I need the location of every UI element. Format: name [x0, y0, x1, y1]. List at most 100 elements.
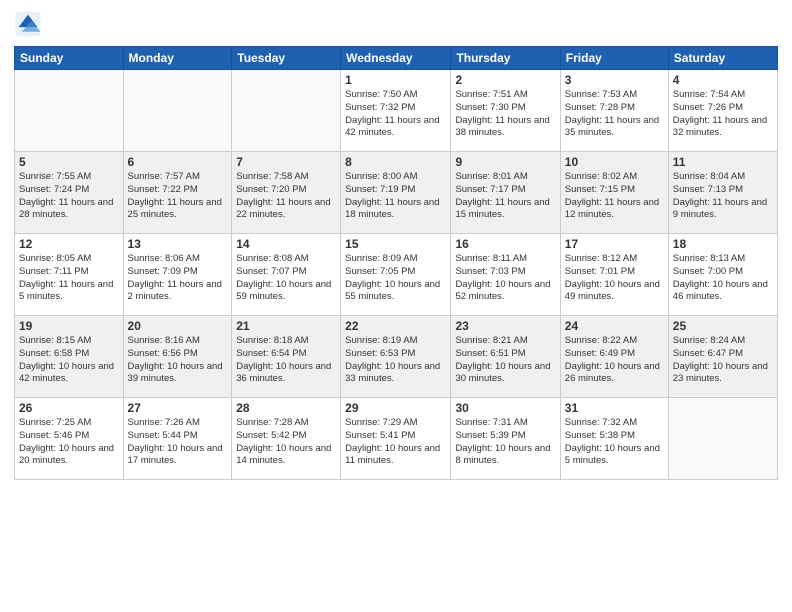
day-info: Sunrise: 7:50 AM Sunset: 7:32 PM Dayligh… [345, 89, 446, 140]
calendar-week-row: 26 Sunrise: 7:25 AM Sunset: 5:46 PM Dayli… [15, 398, 778, 480]
day-info: Sunrise: 8:02 AM Sunset: 7:15 PM Dayligh… [565, 171, 664, 222]
calendar-cell: 26 Sunrise: 7:25 AM Sunset: 5:46 PM Dayli… [15, 398, 124, 480]
calendar-cell: 10 Sunrise: 8:02 AM Sunset: 7:15 PM Dayli… [560, 152, 668, 234]
day-info: Sunrise: 8:13 AM Sunset: 7:00 PM Dayligh… [673, 253, 773, 304]
day-info: Sunrise: 7:25 AM Sunset: 5:46 PM Dayligh… [19, 417, 119, 468]
weekday-header-row: SundayMondayTuesdayWednesdayThursdayFrid… [15, 47, 778, 70]
day-info: Sunrise: 8:18 AM Sunset: 6:54 PM Dayligh… [236, 335, 336, 386]
calendar-cell: 29 Sunrise: 7:29 AM Sunset: 5:41 PM Dayli… [341, 398, 451, 480]
calendar-cell: 20 Sunrise: 8:16 AM Sunset: 6:56 PM Dayli… [123, 316, 232, 398]
weekday-header-monday: Monday [123, 47, 232, 70]
day-info: Sunrise: 8:04 AM Sunset: 7:13 PM Dayligh… [673, 171, 773, 222]
day-info: Sunrise: 8:06 AM Sunset: 7:09 PM Dayligh… [128, 253, 228, 304]
weekday-header-sunday: Sunday [15, 47, 124, 70]
day-info: Sunrise: 7:54 AM Sunset: 7:26 PM Dayligh… [673, 89, 773, 140]
day-number: 26 [19, 401, 119, 415]
day-number: 1 [345, 73, 446, 87]
calendar-cell: 28Sunrise: 7:28 AM Sunset: 5:42 PM Dayli… [232, 398, 341, 480]
calendar-cell [668, 398, 777, 480]
calendar-cell: 27 Sunrise: 7:26 AM Sunset: 5:44 PM Dayli… [123, 398, 232, 480]
weekday-header-friday: Friday [560, 47, 668, 70]
calendar-cell: 9Sunrise: 8:01 AM Sunset: 7:17 PM Daylig… [451, 152, 560, 234]
day-number: 16 [455, 237, 555, 251]
day-info: Sunrise: 7:26 AM Sunset: 5:44 PM Dayligh… [128, 417, 228, 468]
calendar-cell: 17Sunrise: 8:12 AM Sunset: 7:01 PM Dayli… [560, 234, 668, 316]
calendar-cell: 8Sunrise: 8:00 AM Sunset: 7:19 PM Daylig… [341, 152, 451, 234]
calendar-cell [232, 70, 341, 152]
calendar-cell [15, 70, 124, 152]
calendar-cell: 13 Sunrise: 8:06 AM Sunset: 7:09 PM Dayli… [123, 234, 232, 316]
calendar-cell: 3 Sunrise: 7:53 AM Sunset: 7:28 PM Daylig… [560, 70, 668, 152]
day-info: Sunrise: 8:00 AM Sunset: 7:19 PM Dayligh… [345, 171, 446, 222]
calendar-cell: 1 Sunrise: 7:50 AM Sunset: 7:32 PM Daylig… [341, 70, 451, 152]
weekday-header-tuesday: Tuesday [232, 47, 341, 70]
day-number: 5 [19, 155, 119, 169]
page: SundayMondayTuesdayWednesdayThursdayFrid… [0, 0, 792, 612]
day-number: 2 [455, 73, 555, 87]
calendar-cell: 21 Sunrise: 8:18 AM Sunset: 6:54 PM Dayli… [232, 316, 341, 398]
day-info: Sunrise: 8:08 AM Sunset: 7:07 PM Dayligh… [236, 253, 336, 304]
day-number: 7 [236, 155, 336, 169]
day-number: 30 [455, 401, 555, 415]
day-info: Sunrise: 8:11 AM Sunset: 7:03 PM Dayligh… [455, 253, 555, 304]
day-number: 3 [565, 73, 664, 87]
day-number: 4 [673, 73, 773, 87]
calendar-cell: 7 Sunrise: 7:58 AM Sunset: 7:20 PM Daylig… [232, 152, 341, 234]
calendar-week-row: 12Sunrise: 8:05 AM Sunset: 7:11 PM Dayli… [15, 234, 778, 316]
calendar-cell: 12Sunrise: 8:05 AM Sunset: 7:11 PM Dayli… [15, 234, 124, 316]
day-info: Sunrise: 7:53 AM Sunset: 7:28 PM Dayligh… [565, 89, 664, 140]
day-number: 23 [455, 319, 555, 333]
calendar-cell: 31Sunrise: 7:32 AM Sunset: 5:38 PM Dayli… [560, 398, 668, 480]
calendar-cell: 4 Sunrise: 7:54 AM Sunset: 7:26 PM Daylig… [668, 70, 777, 152]
day-number: 9 [455, 155, 555, 169]
day-info: Sunrise: 7:57 AM Sunset: 7:22 PM Dayligh… [128, 171, 228, 222]
day-info: Sunrise: 7:29 AM Sunset: 5:41 PM Dayligh… [345, 417, 446, 468]
calendar-cell: 5 Sunrise: 7:55 AM Sunset: 7:24 PM Daylig… [15, 152, 124, 234]
day-number: 19 [19, 319, 119, 333]
calendar-cell: 16 Sunrise: 8:11 AM Sunset: 7:03 PM Dayli… [451, 234, 560, 316]
calendar-cell: 2 Sunrise: 7:51 AM Sunset: 7:30 PM Daylig… [451, 70, 560, 152]
day-number: 27 [128, 401, 228, 415]
day-info: Sunrise: 7:58 AM Sunset: 7:20 PM Dayligh… [236, 171, 336, 222]
day-number: 12 [19, 237, 119, 251]
day-number: 22 [345, 319, 446, 333]
calendar-cell: 19Sunrise: 8:15 AM Sunset: 6:58 PM Dayli… [15, 316, 124, 398]
day-info: Sunrise: 8:16 AM Sunset: 6:56 PM Dayligh… [128, 335, 228, 386]
calendar-cell [123, 70, 232, 152]
day-number: 17 [565, 237, 664, 251]
calendar-cell: 24 Sunrise: 8:22 AM Sunset: 6:49 PM Dayli… [560, 316, 668, 398]
day-number: 21 [236, 319, 336, 333]
day-number: 13 [128, 237, 228, 251]
header [14, 10, 778, 38]
calendar-cell: 11 Sunrise: 8:04 AM Sunset: 7:13 PM Dayli… [668, 152, 777, 234]
day-info: Sunrise: 7:55 AM Sunset: 7:24 PM Dayligh… [19, 171, 119, 222]
calendar-week-row: 19Sunrise: 8:15 AM Sunset: 6:58 PM Dayli… [15, 316, 778, 398]
calendar-cell: 6Sunrise: 7:57 AM Sunset: 7:22 PM Daylig… [123, 152, 232, 234]
day-info: Sunrise: 8:24 AM Sunset: 6:47 PM Dayligh… [673, 335, 773, 386]
weekday-header-wednesday: Wednesday [341, 47, 451, 70]
day-info: Sunrise: 8:19 AM Sunset: 6:53 PM Dayligh… [345, 335, 446, 386]
calendar-cell: 15Sunrise: 8:09 AM Sunset: 7:05 PM Dayli… [341, 234, 451, 316]
day-number: 14 [236, 237, 336, 251]
day-number: 29 [345, 401, 446, 415]
day-info: Sunrise: 8:09 AM Sunset: 7:05 PM Dayligh… [345, 253, 446, 304]
day-number: 25 [673, 319, 773, 333]
day-info: Sunrise: 7:31 AM Sunset: 5:39 PM Dayligh… [455, 417, 555, 468]
calendar-cell: 22 Sunrise: 8:19 AM Sunset: 6:53 PM Dayli… [341, 316, 451, 398]
day-number: 18 [673, 237, 773, 251]
weekday-header-saturday: Saturday [668, 47, 777, 70]
day-info: Sunrise: 7:51 AM Sunset: 7:30 PM Dayligh… [455, 89, 555, 140]
day-number: 24 [565, 319, 664, 333]
calendar-week-row: 5 Sunrise: 7:55 AM Sunset: 7:24 PM Daylig… [15, 152, 778, 234]
calendar-cell: 23 Sunrise: 8:21 AM Sunset: 6:51 PM Dayli… [451, 316, 560, 398]
logo-icon [14, 10, 42, 38]
calendar-table: SundayMondayTuesdayWednesdayThursdayFrid… [14, 46, 778, 480]
day-number: 11 [673, 155, 773, 169]
day-info: Sunrise: 8:22 AM Sunset: 6:49 PM Dayligh… [565, 335, 664, 386]
day-number: 10 [565, 155, 664, 169]
day-number: 20 [128, 319, 228, 333]
day-number: 31 [565, 401, 664, 415]
calendar-cell: 30 Sunrise: 7:31 AM Sunset: 5:39 PM Dayli… [451, 398, 560, 480]
day-info: Sunrise: 8:21 AM Sunset: 6:51 PM Dayligh… [455, 335, 555, 386]
day-number: 28 [236, 401, 336, 415]
